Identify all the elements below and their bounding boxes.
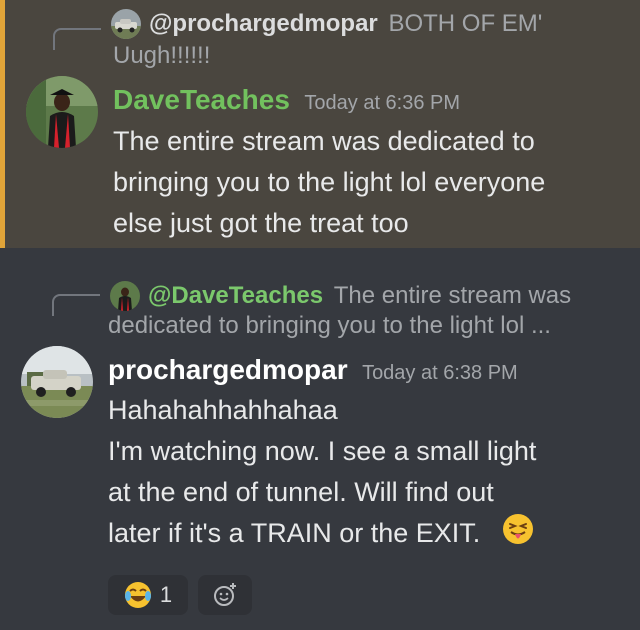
message-line: The entire stream was dedicated to — [113, 126, 535, 156]
message-content: The entire stream was dedicated to bring… — [113, 121, 545, 244]
avatar-prochargedmopar[interactable] — [21, 346, 93, 418]
reply-text: The entire stream was — [333, 282, 572, 309]
message-line: else just got the treat too — [113, 208, 409, 238]
message-line: bringing you to the light lol everyone — [113, 167, 546, 197]
username[interactable]: DaveTeaches — [113, 84, 290, 115]
message[interactable]: @DaveTeaches The entire stream was dedic… — [0, 248, 640, 630]
reply-text: BOTH OF EM' — [388, 10, 543, 37]
timestamp[interactable]: Today at 6:36 PM — [304, 92, 460, 114]
reply-avatar-graduate[interactable] — [110, 281, 140, 311]
message-line: I'm watching now. I see a small light — [108, 436, 537, 466]
graduate-avatar-icon — [110, 281, 140, 311]
reply-preview[interactable]: @DaveTeaches The entire stream was — [148, 281, 628, 311]
avatar-daveteaches[interactable] — [26, 76, 98, 148]
reply-preview[interactable]: @prochargedmopar BOTH OF EM' — [149, 9, 629, 39]
reply-avatar-car[interactable] — [111, 9, 141, 39]
timestamp[interactable]: Today at 6:38 PM — [362, 362, 518, 384]
message-highlighted[interactable]: @prochargedmopar BOTH OF EM' Uugh!!!!!! … — [0, 0, 640, 248]
tongue-out-squint-emoji — [502, 513, 534, 557]
message-header: DaveTeaches Today at 6:36 PM — [113, 84, 460, 116]
reply-author[interactable]: @prochargedmopar — [149, 10, 378, 37]
reaction-count: 1 — [159, 582, 173, 607]
reply-author[interactable]: @DaveTeaches — [148, 282, 323, 309]
joy-emoji-icon — [124, 581, 152, 609]
username[interactable]: prochargedmopar — [108, 354, 348, 385]
message-header: prochargedmopar Today at 6:38 PM — [108, 354, 518, 386]
message-line: later if it's a TRAIN or the EXIT. — [108, 518, 481, 549]
graduate-avatar-icon — [26, 76, 98, 148]
car-icon — [111, 9, 141, 39]
message-line: Hahahahhahhahaa — [108, 395, 338, 425]
reply-connector — [53, 28, 101, 50]
message-line-last: later if it's a TRAIN or the EXIT. — [108, 513, 536, 557]
add-reaction-button[interactable] — [198, 575, 252, 615]
message-content: Hahahahhahhahaa I'm watching now. I see … — [108, 390, 536, 557]
car-avatar-icon — [21, 346, 93, 418]
reply-connector — [52, 294, 100, 316]
add-reaction-icon — [212, 582, 238, 608]
reply-text-continued: Uugh!!!!!! — [113, 42, 211, 69]
reaction-joy[interactable]: 1 — [108, 575, 188, 615]
message-line: at the end of tunnel. Will find out — [108, 477, 494, 507]
reply-text-continued: dedicated to bringing you to the light l… — [108, 312, 551, 339]
